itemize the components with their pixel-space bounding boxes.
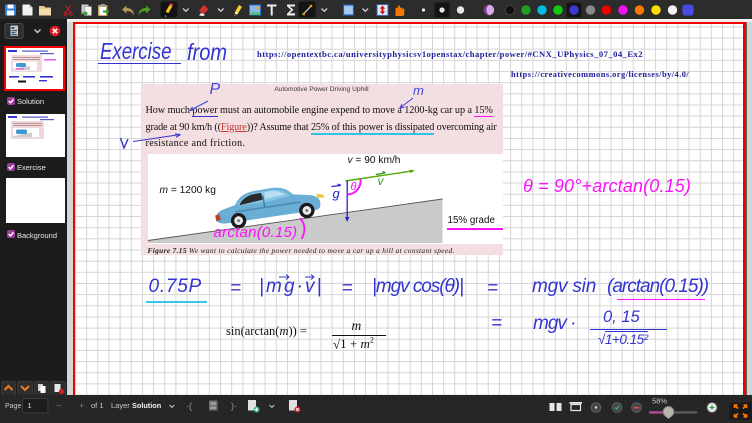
svg-text:)·: )· [231, 401, 237, 411]
svg-text:Layer: Layer [111, 401, 130, 410]
svg-text:of 1: of 1 [91, 401, 104, 410]
svg-text:Page: Page [5, 403, 21, 410]
svg-text:58%: 58% [652, 397, 667, 406]
svg-text:Solution: Solution [132, 401, 161, 410]
svg-text:−: − [56, 401, 61, 411]
svg-text:+: + [79, 401, 84, 411]
svg-text:·(: ·( [186, 401, 192, 411]
svg-text:1: 1 [28, 401, 32, 410]
